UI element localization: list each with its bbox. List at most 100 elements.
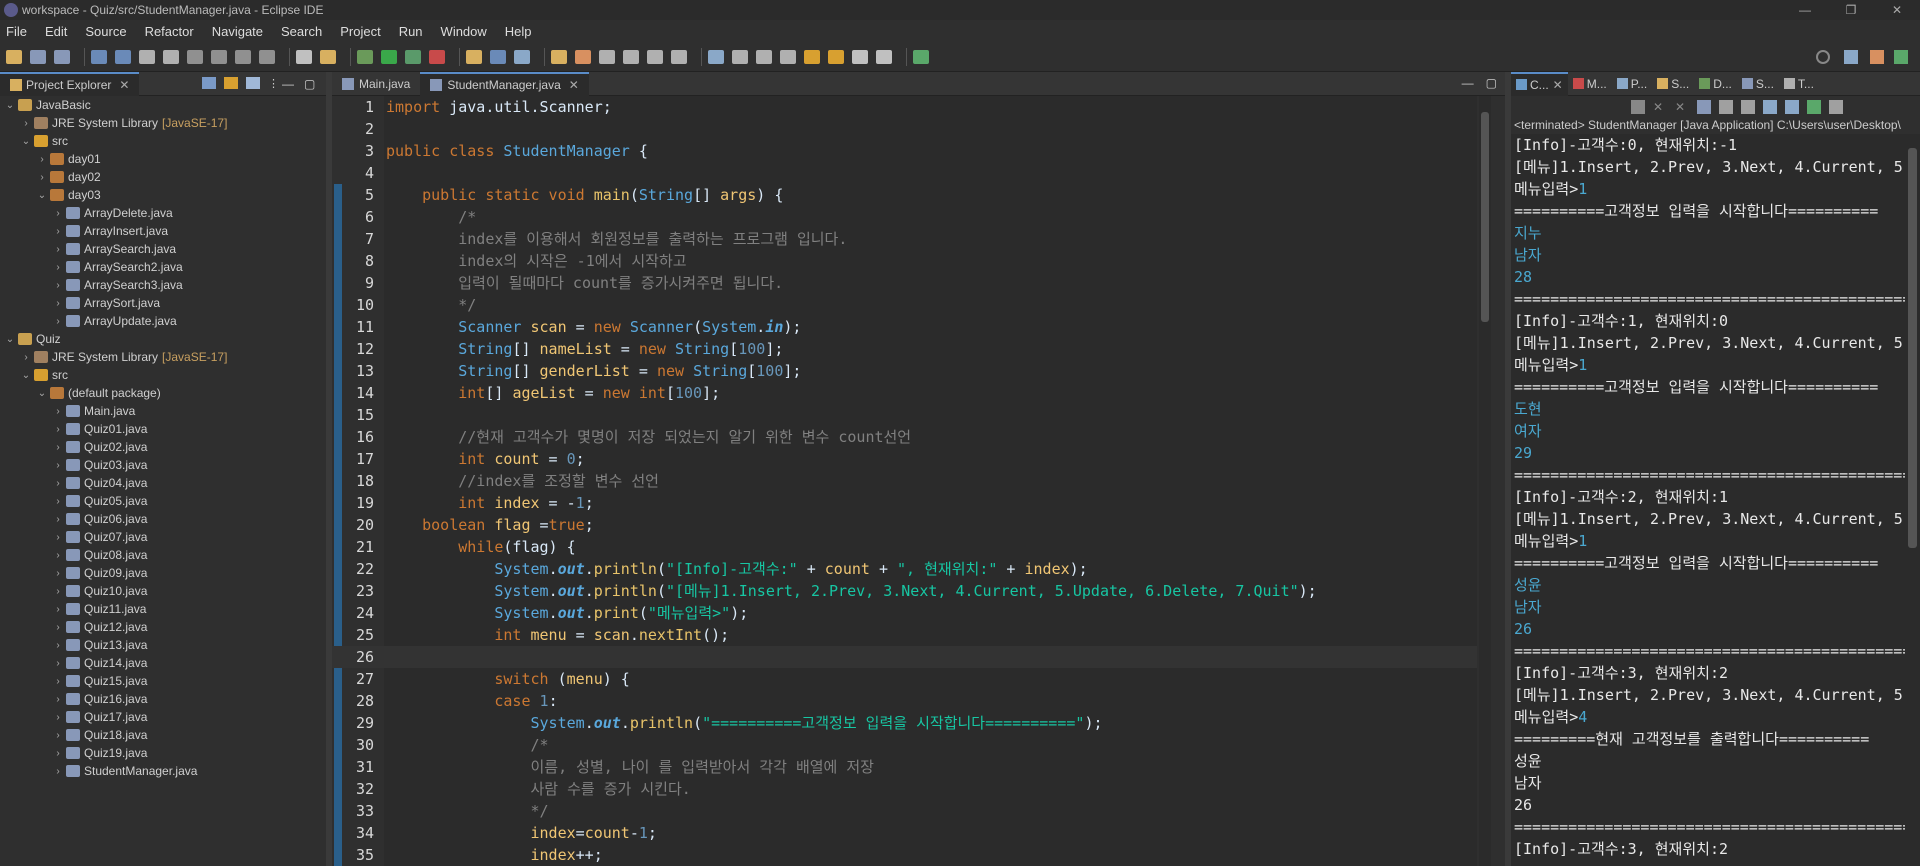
annotation-icon[interactable] xyxy=(599,49,615,64)
console-output[interactable]: [Info]-고객수:0, 현재위치:-1 [메뉴]1.Insert, 2.Pre… xyxy=(1511,134,1920,866)
tree-item[interactable]: ⌄ JavaBasic xyxy=(0,96,326,114)
word-wrap-icon[interactable] xyxy=(1741,100,1755,114)
chevron-right-icon[interactable]: › xyxy=(52,604,64,615)
show-whitespace-icon[interactable] xyxy=(671,49,687,64)
restore-button[interactable]: ❐ xyxy=(1828,0,1874,20)
console-scrollbar[interactable] xyxy=(1905,134,1920,866)
tree-item[interactable]: › ArraySearch3.java xyxy=(0,276,326,294)
tree-item[interactable]: › Quiz10.java xyxy=(0,582,326,600)
back-icon[interactable] xyxy=(804,49,820,64)
chevron-right-icon[interactable]: › xyxy=(52,262,64,273)
maximize-editor-icon[interactable]: ▢ xyxy=(1486,76,1497,90)
filter-icon[interactable] xyxy=(246,77,260,89)
code-line[interactable]: 20 boolean flag =true; xyxy=(332,514,1477,536)
collapse-all-icon[interactable] xyxy=(202,77,216,89)
console-view-tab[interactable]: T... xyxy=(1779,72,1819,96)
editor-tab[interactable]: StudentManager.java ✕ xyxy=(420,71,589,96)
tree-item[interactable]: › ArraySort.java xyxy=(0,294,326,312)
code-line[interactable]: 9 입력이 될때마다 count를 증가시켜주면 됩니다. xyxy=(332,272,1477,294)
last-edit-icon[interactable] xyxy=(708,49,724,64)
chevron-right-icon[interactable]: › xyxy=(52,550,64,561)
tree-item[interactable]: › day01 xyxy=(0,150,326,168)
chevron-down-icon[interactable]: ⌄ xyxy=(36,388,48,399)
toggle-2-icon[interactable] xyxy=(320,49,336,64)
tree-item[interactable]: › Quiz18.java xyxy=(0,726,326,744)
coverage-icon[interactable] xyxy=(405,49,421,64)
perspective-icon[interactable] xyxy=(1844,50,1858,64)
code-line[interactable]: 19 int index = -1; xyxy=(332,492,1477,514)
chevron-right-icon[interactable]: › xyxy=(52,424,64,435)
remove-launch-icon[interactable]: ✕ xyxy=(1653,100,1667,114)
chevron-right-icon[interactable]: › xyxy=(36,172,48,183)
tree-item[interactable]: › ArraySearch2.java xyxy=(0,258,326,276)
external-tools-icon[interactable] xyxy=(429,49,445,64)
view-menu-icon[interactable]: ⋮ xyxy=(268,77,279,90)
new-java-project-icon[interactable] xyxy=(466,49,482,64)
menu-run[interactable]: Run xyxy=(399,24,423,39)
close-icon[interactable]: ✕ xyxy=(1553,78,1563,92)
mark-occurrences-icon[interactable] xyxy=(623,49,639,64)
tree-item[interactable]: › day02 xyxy=(0,168,326,186)
menu-search[interactable]: Search xyxy=(281,24,322,39)
tree-item[interactable]: ⌄ src xyxy=(0,132,326,150)
chevron-right-icon[interactable]: › xyxy=(52,730,64,741)
code-line[interactable]: 24 System.out.print("메뉴입력>"); xyxy=(332,602,1477,624)
code-line[interactable]: 30 /* xyxy=(332,734,1477,756)
console-view-tab[interactable]: D... xyxy=(1694,72,1737,96)
tree-item[interactable]: › Quiz15.java xyxy=(0,672,326,690)
chevron-right-icon[interactable]: › xyxy=(52,244,64,255)
skip-icon[interactable] xyxy=(115,49,131,64)
code-line[interactable]: 23 System.out.println("[메뉴]1.Insert, 2.P… xyxy=(332,580,1477,602)
save-all-icon[interactable] xyxy=(54,49,70,64)
scroll-lock-icon[interactable] xyxy=(1719,100,1733,114)
code-line[interactable]: 21 while(flag) { xyxy=(332,536,1477,558)
new-package-icon[interactable] xyxy=(490,49,506,64)
run-icon[interactable] xyxy=(381,49,397,64)
tree-item[interactable]: › Quiz19.java xyxy=(0,744,326,762)
new-class-icon[interactable] xyxy=(514,49,530,64)
tree-item[interactable]: › Quiz03.java xyxy=(0,456,326,474)
chevron-down-icon[interactable]: ⌄ xyxy=(4,100,16,111)
console-view-tab[interactable]: M... xyxy=(1568,72,1612,96)
console-view-tab[interactable]: C... ✕ xyxy=(1511,71,1568,96)
save-icon[interactable] xyxy=(30,49,46,64)
tree-item[interactable]: › ArrayUpdate.java xyxy=(0,312,326,330)
chevron-down-icon[interactable]: ⌄ xyxy=(4,334,16,345)
debug-icon[interactable] xyxy=(91,49,107,64)
chevron-right-icon[interactable]: › xyxy=(52,514,64,525)
chevron-right-icon[interactable]: › xyxy=(52,532,64,543)
editor-scroll-thumb[interactable] xyxy=(1481,112,1489,322)
close-button[interactable]: ✕ xyxy=(1874,0,1920,20)
terminal-icon[interactable] xyxy=(913,49,929,64)
console-view-tab[interactable]: P... xyxy=(1612,72,1652,96)
code-line[interactable]: 2 xyxy=(332,118,1477,140)
code-line[interactable]: 10 */ xyxy=(332,294,1477,316)
code-line[interactable]: 32 사람 수를 증가 시킨다. xyxy=(332,778,1477,800)
chevron-right-icon[interactable]: › xyxy=(52,478,64,489)
chevron-right-icon[interactable]: › xyxy=(52,208,64,219)
new-console-icon[interactable] xyxy=(1829,100,1843,114)
menu-help[interactable]: Help xyxy=(505,24,532,39)
code-line[interactable]: 34 index=count-1; xyxy=(332,822,1477,844)
console-scroll-thumb[interactable] xyxy=(1908,148,1917,548)
code-line[interactable]: 7 index를 이용해서 회원정보를 출력하는 프로그램 입니다. xyxy=(332,228,1477,250)
code-line[interactable]: 15 xyxy=(332,404,1477,426)
tree-item[interactable]: › Quiz11.java xyxy=(0,600,326,618)
close-icon[interactable]: ✕ xyxy=(569,78,579,92)
code-line[interactable]: 11 Scanner scan = new Scanner(System.in)… xyxy=(332,316,1477,338)
tree-item[interactable]: › JRE System Library [JavaSE-17] xyxy=(0,348,326,366)
maximize-view-icon[interactable]: ▢ xyxy=(304,77,318,91)
tree-item[interactable]: › Main.java xyxy=(0,402,326,420)
editor-scrollbar[interactable] xyxy=(1479,96,1491,866)
pin-icon[interactable] xyxy=(732,49,748,64)
open-type-icon[interactable] xyxy=(551,49,567,64)
chevron-right-icon[interactable]: › xyxy=(52,676,64,687)
code-line[interactable]: 3 public class StudentManager { xyxy=(332,140,1477,162)
forward-nav-icon[interactable] xyxy=(828,49,844,64)
menu-project[interactable]: Project xyxy=(340,24,380,39)
code-line[interactable]: 6 /* xyxy=(332,206,1477,228)
chevron-down-icon[interactable]: ⌄ xyxy=(20,136,32,147)
code-line[interactable]: 14 int[] ageList = new int[100]; xyxy=(332,382,1477,404)
tree-item[interactable]: ⌄ Quiz xyxy=(0,330,326,348)
chevron-right-icon[interactable]: › xyxy=(20,352,32,363)
